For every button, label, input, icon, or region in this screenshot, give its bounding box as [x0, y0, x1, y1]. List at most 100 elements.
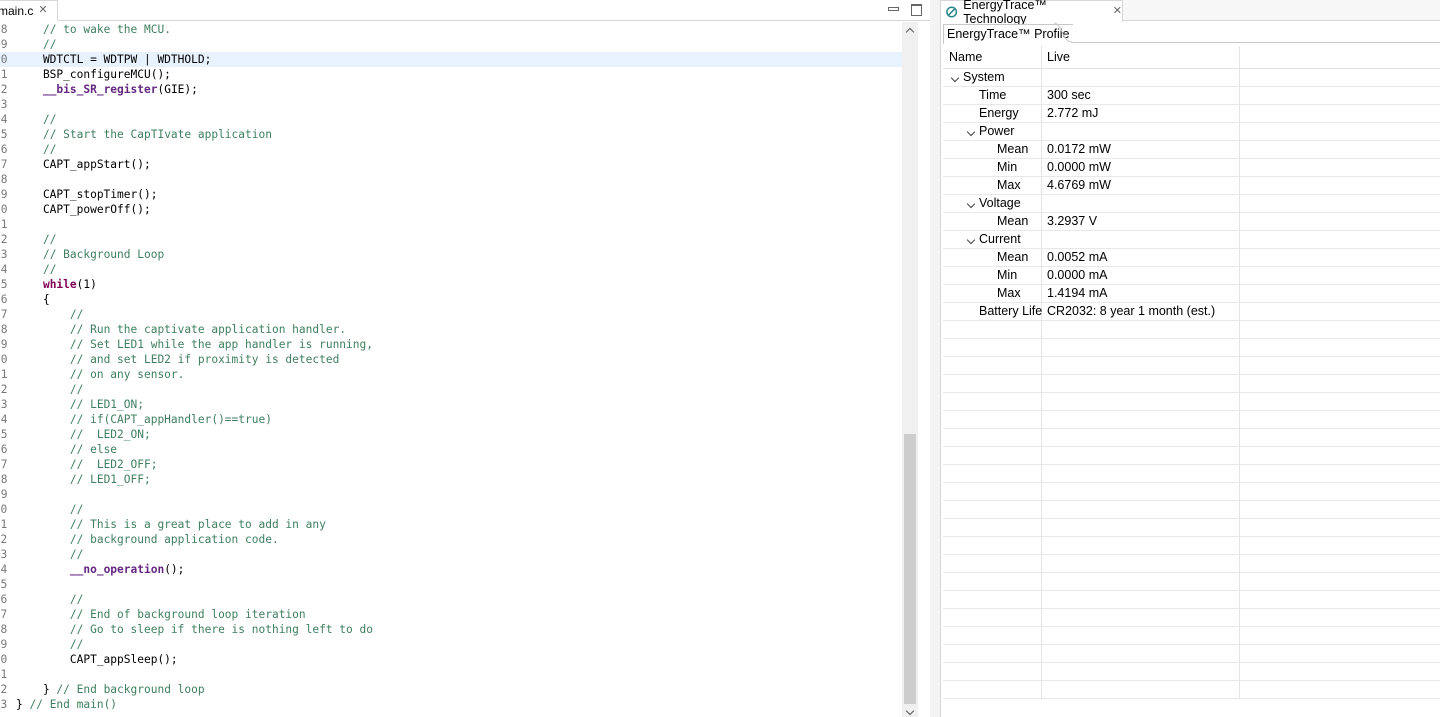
chevron-down-icon[interactable] [966, 235, 976, 245]
code-line[interactable]: 108 // Go to sleep if there is nothing l… [0, 622, 902, 637]
scroll-up-arrow-icon[interactable] [905, 26, 915, 34]
code-line[interactable]: 86 { [0, 292, 902, 307]
code-line[interactable]: 82 // [0, 232, 902, 247]
tree-row[interactable]: Time 300 sec [943, 87, 1440, 105]
code-line[interactable]: 85 while(1) [0, 277, 902, 292]
tree-row[interactable]: Current [943, 231, 1440, 249]
code-line[interactable]: 73 [0, 97, 902, 112]
code-line[interactable]: 91 // on any sensor. [0, 367, 902, 382]
energytrace-view-tab[interactable]: EnergyTrace™ Technology ✕ [940, 0, 1123, 26]
code-comment: // LED1_OFF; [69, 473, 151, 486]
code-line[interactable]: 84 // [0, 262, 902, 277]
code-line[interactable]: 78 [0, 172, 902, 187]
scrollbar-thumb[interactable] [904, 434, 916, 704]
code-keyword: __no_operation [69, 563, 165, 576]
code-line[interactable]: 106 // [0, 592, 902, 607]
close-icon[interactable]: ✕ [38, 5, 47, 16]
code-line[interactable]: 83 // Background Loop [0, 247, 902, 262]
code-line[interactable]: 80 CAPT_powerOff(); [0, 202, 902, 217]
line-number: 73 [0, 98, 8, 111]
code-line[interactable]: 99 [0, 487, 902, 502]
code-line[interactable]: 79 CAPT_stopTimer(); [0, 187, 902, 202]
code-line[interactable]: 77 CAPT_appStart(); [0, 157, 902, 172]
code-line[interactable]: 98 // LED1_OFF; [0, 472, 902, 487]
code-line[interactable]: 97 // LED2_OFF; [0, 457, 902, 472]
line-number: 106 [0, 593, 8, 606]
tree-row[interactable]: Battery Life CR2032: 8 year 1 month (est.… [943, 303, 1440, 321]
code-line[interactable]: 75 // Start the CapTIvate application [0, 127, 902, 142]
column-header-live[interactable]: Live [1041, 46, 1070, 69]
code-line[interactable]: 105 [0, 577, 902, 592]
tree-row[interactable]: Max 4.6769 mW [943, 177, 1440, 195]
tree-row[interactable]: System [943, 69, 1440, 87]
code-line[interactable]: 74 // [0, 112, 902, 127]
code-line[interactable]: 110 CAPT_appSleep(); [0, 652, 902, 667]
code-line[interactable]: 113} // End main() [0, 697, 902, 712]
code-line[interactable]: 72 __bis_SR_register(GIE); [0, 82, 902, 97]
code-editor[interactable]: 68 // to wake the MCU.69 //70 WDTCTL = W… [0, 22, 902, 717]
tree-row[interactable]: Max 1.4194 mA [943, 285, 1440, 303]
code-line[interactable]: 109 // [0, 637, 902, 652]
maximize-button[interactable] [909, 2, 923, 16]
chevron-down-icon[interactable] [950, 73, 960, 83]
column-divider [1041, 537, 1042, 554]
code-text: // [16, 547, 83, 562]
chevron-down-icon[interactable] [966, 199, 976, 209]
code-comment: // End main() [29, 698, 118, 711]
tree-row-name: Mean [997, 142, 1029, 156]
code-text: CAPT_appStart(); [16, 157, 151, 172]
code-line[interactable]: 71 BSP_configureMCU(); [0, 67, 902, 82]
tree-row[interactable]: Min 0.0000 mW [943, 159, 1440, 177]
column-divider[interactable] [1239, 46, 1240, 68]
close-icon[interactable]: ✕ [1113, 6, 1122, 17]
code-line[interactable]: 70 WDTCTL = WDTPW | WDTHOLD; [0, 52, 902, 67]
code-line[interactable]: 88 // Run the captivate application hand… [0, 322, 902, 337]
tree-row[interactable]: Voltage [943, 195, 1440, 213]
code-line[interactable]: 68 // to wake the MCU. [0, 22, 902, 37]
editor-vertical-scrollbar[interactable] [902, 22, 918, 717]
code-line[interactable]: 89 // Set LED1 while the app handler is … [0, 337, 902, 352]
code-line[interactable]: 81 [0, 217, 902, 232]
editor-tab-label: main.c [0, 3, 34, 18]
column-divider [1041, 285, 1042, 302]
code-line[interactable]: 69 // [0, 37, 902, 52]
line-number: 81 [0, 218, 8, 231]
tree-row[interactable]: Min 0.0000 mA [943, 267, 1440, 285]
minimize-button[interactable] [886, 2, 900, 16]
code-line[interactable]: 101 // This is a great place to add in a… [0, 517, 902, 532]
tree-row-name: Battery Life [979, 304, 1043, 318]
code-line[interactable]: 92 // [0, 382, 902, 397]
code-line[interactable]: 93 // LED1_ON; [0, 397, 902, 412]
column-divider [1239, 609, 1240, 626]
column-divider [1239, 195, 1240, 212]
code-line[interactable]: 87 // [0, 307, 902, 322]
tree-row[interactable]: Mean 3.2937 V [943, 213, 1440, 231]
line-number: 89 [0, 338, 8, 351]
chevron-down-icon[interactable] [966, 127, 976, 137]
code-line[interactable]: 104 __no_operation(); [0, 562, 902, 577]
empty-tree-row [943, 573, 1440, 591]
code-line[interactable]: 96 // else [0, 442, 902, 457]
tree-row[interactable]: Mean 0.0052 mA [943, 249, 1440, 267]
code-line[interactable]: 94 // if(CAPT_appHandler()==true) [0, 412, 902, 427]
code-line[interactable]: 111 [0, 667, 902, 682]
editor-tab-main-c[interactable]: main.c ✕ [0, 0, 58, 21]
tree-row[interactable]: Power [943, 123, 1440, 141]
column-divider [1041, 87, 1042, 104]
code-line[interactable]: 103 // [0, 547, 902, 562]
column-header-name[interactable]: Name [943, 46, 982, 69]
pane-divider[interactable] [930, 0, 940, 717]
code-line[interactable]: 107 // End of background loop iteration [0, 607, 902, 622]
code-line[interactable]: 76 // [0, 142, 902, 157]
code-line[interactable]: 100 // [0, 502, 902, 517]
code-line[interactable]: 102 // background application code. [0, 532, 902, 547]
code-line[interactable]: 112 } // End background loop [0, 682, 902, 697]
code-line[interactable]: 90 // and set LED2 if proximity is detec… [0, 352, 902, 367]
tree-row[interactable]: Mean 0.0172 mW [943, 141, 1440, 159]
tree-row[interactable]: Energy 2.772 mJ [943, 105, 1440, 123]
code-line[interactable]: 95 // LED2_ON; [0, 427, 902, 442]
scroll-down-arrow-icon[interactable] [905, 708, 915, 716]
code-token: { [16, 293, 50, 306]
